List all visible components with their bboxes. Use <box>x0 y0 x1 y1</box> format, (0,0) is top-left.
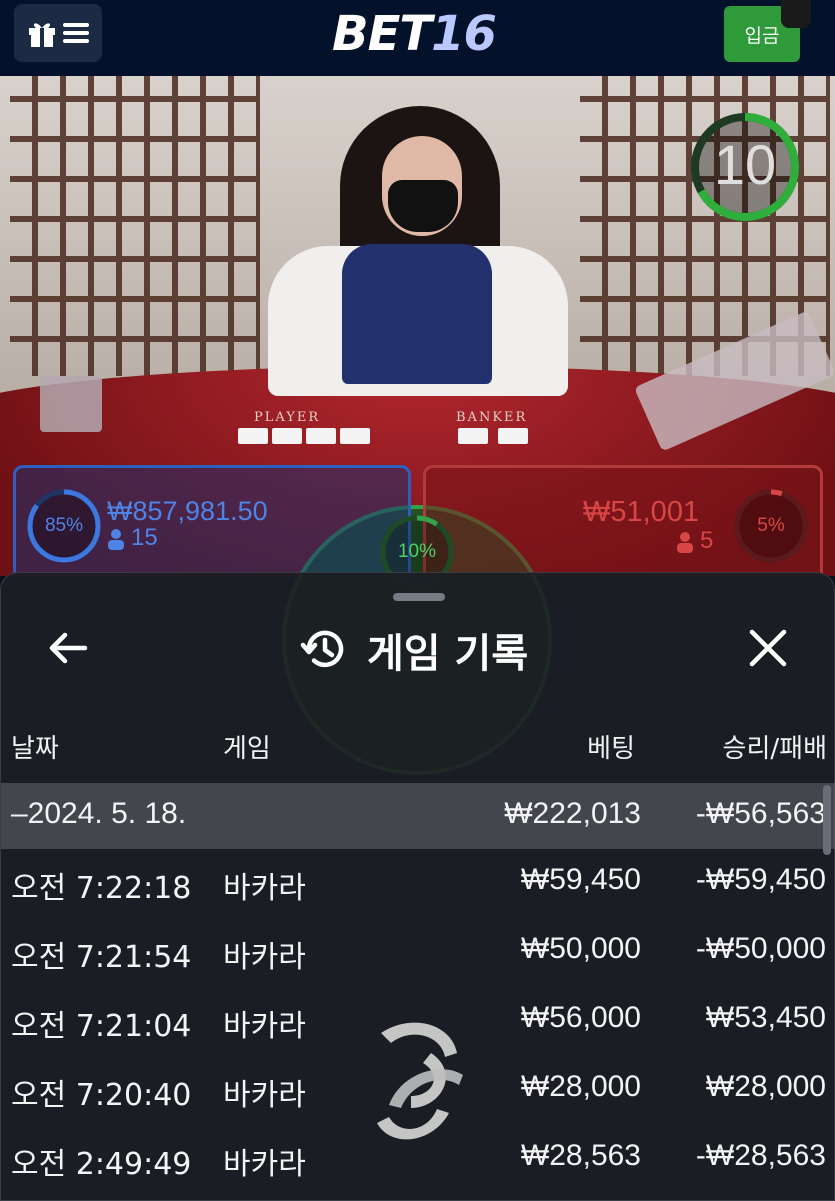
summary-winloss: -₩56,563 <box>695 797 826 830</box>
top-bar: BET16 입금 <box>0 0 835 76</box>
column-header-date: 날짜 <box>11 734 59 764</box>
close-icon[interactable] <box>745 625 791 671</box>
banker-area-label: BANKER <box>456 410 528 425</box>
player-card <box>340 428 370 444</box>
sheet-title: 게임 기록 <box>367 631 529 677</box>
logo[interactable]: BET16 <box>332 6 497 62</box>
row-time: 오전 7:21:04 <box>11 1009 192 1044</box>
row-time: 오전 7:22:18 <box>11 871 192 906</box>
overlay-tab <box>781 0 811 28</box>
gift-icon <box>29 23 55 47</box>
dealer-mask <box>388 180 458 232</box>
banker-card <box>498 428 528 444</box>
person-icon <box>108 528 124 550</box>
player-card <box>306 428 336 444</box>
row-winloss: ₩53,450 <box>705 1001 826 1034</box>
banker-total-bet: ₩51,001 <box>583 496 700 528</box>
date-summary-row[interactable]: –2024. 5. 18. ₩222,013 -₩56,563 <box>1 783 835 849</box>
row-time: 오전 7:20:40 <box>11 1078 192 1113</box>
menu-button[interactable] <box>14 4 102 62</box>
row-game: 바카라 <box>223 871 306 906</box>
player-card <box>272 428 302 444</box>
column-header-game: 게임 <box>223 734 271 764</box>
history-icon <box>300 630 344 668</box>
player-percent: 85% <box>44 515 84 536</box>
row-bet: ₩50,000 <box>520 932 641 965</box>
player-bettors: 15 <box>107 524 158 552</box>
column-header-bet: 베팅 <box>587 734 635 764</box>
row-time: 오전 2:49:49 <box>11 1147 192 1182</box>
row-winloss: -₩28,563 <box>695 1139 826 1172</box>
row-game: 바카라 <box>223 1078 306 1113</box>
banker-percent: 5% <box>757 515 785 536</box>
column-header-winloss: 승리/패배 <box>722 734 827 764</box>
drag-handle[interactable] <box>393 593 445 601</box>
player-total-bet: ₩857,981.50 <box>107 496 268 526</box>
banker-card <box>458 428 488 444</box>
row-winloss: ₩28,000 <box>705 1070 826 1103</box>
decor-screen <box>10 76 260 376</box>
loading-spinner-icon <box>377 1022 463 1140</box>
tie-percent: 10% <box>397 541 437 562</box>
arrow-left-icon[interactable] <box>45 625 91 671</box>
row-winloss: -₩59,450 <box>695 863 826 896</box>
hamburger-icon <box>63 23 89 43</box>
row-game: 바카라 <box>223 1147 306 1182</box>
banker-bettors: 5 <box>676 527 713 555</box>
player-area-label: PLAYER <box>254 410 321 425</box>
row-time: 오전 7:21:54 <box>11 940 192 975</box>
row-bet: ₩59,450 <box>520 863 641 896</box>
countdown-value: 10 <box>713 133 777 196</box>
person-icon <box>677 531 693 553</box>
row-game: 바카라 <box>223 940 306 975</box>
row-winloss: -₩50,000 <box>695 932 826 965</box>
player-card <box>238 428 268 444</box>
summary-date: –2024. 5. 18. <box>11 797 187 830</box>
game-history-sheet: 게임 기록 날짜 게임 베팅 승리/패배 –2024. 5. 18. ₩222,… <box>0 572 835 1201</box>
scrollbar[interactable] <box>823 785 831 855</box>
dealer-vest <box>342 244 492 384</box>
summary-bet: ₩222,013 <box>504 797 641 830</box>
card-discard <box>40 376 102 432</box>
row-game: 바카라 <box>223 1009 306 1044</box>
